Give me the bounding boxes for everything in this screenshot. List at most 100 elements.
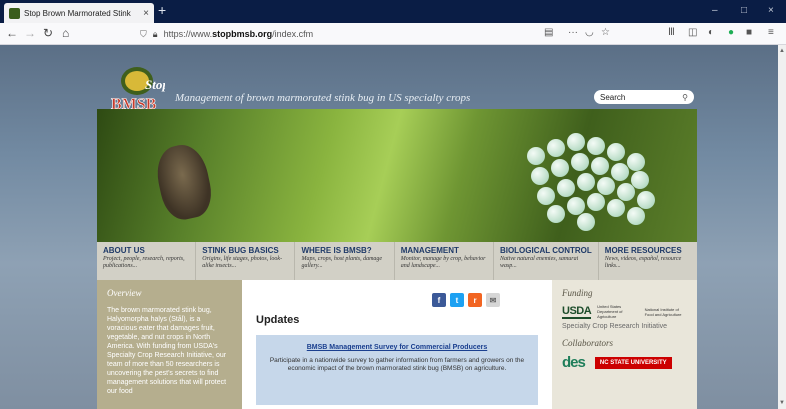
egg (551, 159, 569, 177)
egg (617, 183, 635, 201)
back-arrow-icon[interactable]: ← (6, 26, 18, 40)
page-viewport: Stop BMSB Management of brown marmorated… (0, 45, 778, 409)
browser-toolbar: ← → ↻ ⌂ ⛉ 🔒︎ https://www.stopbmsb.org/in… (0, 23, 786, 45)
scri-text: Specialty Crop Research Initiative (562, 323, 668, 330)
egg (577, 173, 595, 191)
page-actions-icon[interactable]: ··· (568, 27, 578, 38)
nav-subtext: Maps, crops, host plants, damage gallery… (301, 256, 383, 269)
rss-icon[interactable]: r (468, 293, 482, 307)
usda-agency-line: United States Department of Agriculture (597, 304, 623, 319)
nav-about-us[interactable]: ABOUT US Project, people, research, repo… (97, 242, 197, 280)
scroll-up-icon[interactable]: ▲ (779, 48, 785, 54)
tab-title: Stop Brown Marmorated Stink (24, 8, 131, 18)
egg (587, 137, 605, 155)
url-prefix: https://www. (163, 29, 213, 39)
twitter-icon[interactable]: t (450, 293, 464, 307)
hero-banner (97, 109, 697, 242)
collaborator-logo-des[interactable]: des (562, 354, 586, 371)
site-container: Stop BMSB Management of brown marmorated… (97, 45, 697, 409)
updates-title: Updates (256, 314, 300, 326)
browser-tab[interactable]: Stop Brown Marmorated Stink × (4, 3, 154, 23)
usda-mark: USDA (562, 304, 592, 319)
egg (597, 177, 615, 195)
egg (567, 197, 585, 215)
nav-subtext: Monitor, manage by crop, behavior and la… (400, 256, 486, 269)
egg (547, 205, 565, 223)
overview-panel: Overview The brown marmorated stink bug,… (97, 280, 242, 409)
tab-close-icon[interactable]: × (143, 8, 149, 19)
egg (607, 199, 625, 217)
stopbmsb-logo[interactable]: Stop BMSB (105, 63, 165, 113)
stink-bug-photo (151, 140, 217, 224)
nav-subtext: Project, people, research, reports, publ… (103, 256, 185, 269)
nav-subtext: Native natural enemies, samurai wasp... (499, 256, 579, 269)
egg (567, 133, 585, 151)
home-icon[interactable]: ⌂ (62, 26, 69, 40)
egg (611, 163, 629, 181)
egg (571, 153, 589, 171)
egg (627, 207, 645, 225)
survey-link[interactable]: BMSB Management Survey for Commercial Pr… (268, 344, 526, 351)
nav-heading: MORE RESOURCES (604, 246, 682, 255)
nav-heading: ABOUT US (103, 246, 145, 255)
shield-icon[interactable]: ⛉ (140, 29, 147, 40)
library-icon[interactable]: Ⅲ (668, 27, 675, 38)
nav-where-is-bmsb[interactable]: WHERE IS BMSB? Maps, crops, host plants,… (295, 242, 395, 280)
minimize-button[interactable]: – (712, 5, 718, 16)
url-path: /index.cfm (272, 29, 314, 39)
sidebar-icon[interactable]: ◫ (688, 27, 697, 38)
close-window-button[interactable]: × (768, 5, 774, 16)
scroll-down-icon[interactable]: ▼ (779, 400, 785, 406)
reload-icon[interactable]: ↻ (43, 26, 53, 40)
menu-icon[interactable]: ≡ (768, 27, 774, 38)
facebook-icon[interactable]: f (432, 293, 446, 307)
reader-view-icon[interactable]: ▤ (544, 27, 553, 38)
bookmark-star-icon[interactable]: ☆ (601, 27, 610, 38)
survey-text: Participate in a nationwide survey to ga… (269, 357, 525, 372)
egg (577, 213, 595, 231)
site-search[interactable]: ⚲ (594, 90, 694, 104)
nav-subtext: Origins, life stages, photos, look-alike… (202, 256, 283, 269)
nav-biological-control[interactable]: BIOLOGICAL CONTROL Native natural enemie… (494, 242, 599, 280)
nav-heading: BIOLOGICAL CONTROL (499, 246, 592, 255)
extension-dark-icon[interactable]: ■ (746, 27, 752, 38)
extension-green-icon[interactable]: ● (728, 27, 734, 38)
usda-logo[interactable]: USDA United States Department of Agricul… (562, 304, 687, 319)
url-text[interactable]: https://www.stopbmsb.org/index.cfm (164, 29, 314, 39)
maximize-button[interactable]: □ (741, 5, 747, 16)
egg (547, 139, 565, 157)
url-domain: stopbmsb.org (212, 29, 273, 39)
pocket-icon[interactable]: ◡ (585, 27, 594, 38)
overview-title: Overview (107, 288, 142, 298)
egg (531, 167, 549, 185)
search-icon[interactable]: ⚲ (682, 93, 688, 102)
email-icon[interactable]: ✉ (486, 293, 500, 307)
egg-cluster-photo (517, 127, 667, 232)
nifa-line: National Institute of Food and Agricultu… (644, 306, 682, 317)
nav-heading: WHERE IS BMSB? (301, 246, 372, 255)
egg (587, 193, 605, 211)
new-tab-button[interactable]: + (158, 2, 166, 18)
forward-arrow-icon[interactable]: → (24, 26, 36, 40)
egg (631, 171, 649, 189)
collaborator-logos: des NC STATE UNIVERSITY (562, 354, 687, 371)
nav-more-resources[interactable]: MORE RESOURCES News, videos, español, re… (599, 242, 697, 280)
survey-notice: BMSB Management Survey for Commercial Pr… (256, 335, 538, 405)
egg (607, 143, 625, 161)
ncstate-logo[interactable]: NC STATE UNIVERSITY (594, 356, 672, 369)
page-scrollbar[interactable]: ▲ ▼ (778, 45, 786, 409)
nav-subtext: News, videos, español, resource links... (604, 256, 682, 269)
site-tagline: Management of brown marmorated stink bug… (175, 92, 471, 104)
lock-icon: 🔒︎ (152, 28, 158, 39)
egg (627, 153, 645, 171)
nav-management[interactable]: MANAGEMENT Monitor, manage by crop, beha… (395, 242, 494, 280)
egg (557, 179, 575, 197)
main-navigation: ABOUT US Project, people, research, repo… (97, 242, 697, 280)
overview-text: The brown marmorated stink bug, Halyomor… (107, 307, 227, 395)
search-input[interactable] (600, 92, 670, 102)
logo-text-stop: Stop (145, 77, 165, 92)
egg (527, 147, 545, 165)
nav-heading: STINK BUG BASICS (202, 246, 279, 255)
nav-stink-bug-basics[interactable]: STINK BUG BASICS Origins, life stages, p… (196, 242, 296, 280)
extension-icon[interactable]: ◐ (708, 27, 714, 38)
